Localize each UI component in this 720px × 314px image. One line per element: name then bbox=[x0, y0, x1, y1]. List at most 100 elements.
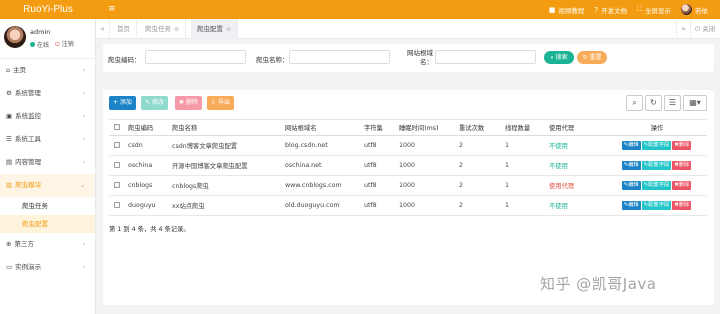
crawler-code-label: 爬虫编码： bbox=[108, 56, 141, 64]
sidebar: admin 在线 ⏻ 注销 ⌂ 主页 ‹ ⚙ 系统管理 ‹ ▣ 系统监控 ‹ ☰ … bbox=[0, 19, 96, 314]
column-header: 操作 bbox=[604, 119, 707, 136]
delete-button-label: 删除 bbox=[185, 99, 198, 106]
columns-dropdown-icon[interactable]: ▦▾ bbox=[683, 95, 707, 111]
chevron-left-icon: ‹ bbox=[82, 159, 85, 166]
row-config-fields-button[interactable]: ✎配置字段 bbox=[641, 181, 672, 190]
chevron-left-icon: ‹ bbox=[82, 113, 85, 120]
row-config-fields-button[interactable]: ✎配置字段 bbox=[641, 201, 672, 210]
edit-button-label: 修改 bbox=[151, 99, 164, 106]
cell-sleep: 1000 bbox=[396, 135, 456, 156]
crawler-name-input[interactable] bbox=[289, 50, 390, 64]
user-name: admin bbox=[30, 28, 51, 36]
row-delete-button[interactable]: ✖删除 bbox=[672, 141, 692, 150]
row-edit-button[interactable]: ✎编辑 bbox=[621, 141, 641, 150]
row-config-fields-button[interactable]: ✎配置字段 bbox=[641, 161, 672, 170]
cell-proxy: 不使用 bbox=[546, 195, 604, 216]
add-button[interactable]: + 添加 bbox=[109, 96, 136, 110]
table-header-row: 爬虫编码 爬虫名称 网站根域名 字符集 睡眠时间(ms) 重试次数 线程数量 使… bbox=[109, 119, 707, 136]
row-checkbox[interactable] bbox=[114, 182, 120, 188]
tab-crawler-config[interactable]: 爬虫配置 ⊗ bbox=[191, 19, 239, 39]
row-checkbox[interactable] bbox=[114, 162, 120, 168]
monitor-icon: ▣ bbox=[6, 112, 13, 120]
pagination-summary: 第 1 到 4 条，共 4 条记录。 bbox=[109, 226, 190, 233]
toggle-view-icon[interactable]: ☰ bbox=[664, 95, 681, 111]
menu-toggle-icon[interactable]: ≡ bbox=[108, 4, 116, 14]
delete-button[interactable]: ✖ 删除 bbox=[175, 96, 202, 110]
user-menu[interactable]: 若依 bbox=[681, 4, 708, 15]
row-edit-button[interactable]: ✎编辑 bbox=[621, 181, 641, 190]
tab-home[interactable]: 首页 bbox=[111, 19, 137, 39]
column-header[interactable]: 睡眠时间(ms) bbox=[396, 119, 456, 136]
reset-button[interactable]: ↻ 重置 bbox=[577, 51, 607, 64]
select-all-checkbox[interactable] bbox=[114, 124, 120, 130]
row-delete-button[interactable]: ✖删除 bbox=[672, 181, 692, 190]
dev-doc-icon: ? bbox=[594, 5, 599, 14]
sidebar-item-third-party[interactable]: ⊕ 第三方 ‹ bbox=[0, 233, 95, 256]
logout-link[interactable]: ⏻ 注销 bbox=[55, 39, 74, 49]
user-status: 在线 ⏻ 注销 bbox=[30, 39, 74, 49]
sidebar-item-label: 系统工具 bbox=[14, 135, 41, 143]
table-row[interactable]: oschina 开源中国博客文章爬虫配置 oschina.net utf8 10… bbox=[109, 155, 707, 176]
column-header[interactable]: 网站根域名 bbox=[282, 119, 361, 136]
search-button[interactable]: ⌕ 搜索 bbox=[544, 51, 574, 64]
row-checkbox[interactable] bbox=[114, 202, 120, 208]
cell-domain: oschina.net bbox=[282, 155, 361, 176]
cell-sleep: 1000 bbox=[396, 195, 456, 216]
close-tabs-label: 关闭 bbox=[702, 25, 716, 33]
tab-label: 爬虫配置 bbox=[197, 25, 223, 33]
tabs-scroll-right-icon[interactable]: » bbox=[676, 19, 690, 39]
row-config-fields-button[interactable]: ✎配置字段 bbox=[641, 141, 672, 150]
fullscreen-link[interactable]: ⛶ 全屏显示 bbox=[637, 5, 671, 15]
column-header[interactable]: 线程数量 bbox=[502, 119, 546, 136]
chevron-left-icon: ‹ bbox=[82, 241, 85, 248]
cell-charset: utf8 bbox=[361, 135, 396, 156]
export-button[interactable]: ⇩ 导出 bbox=[207, 96, 234, 110]
home-icon: ⌂ bbox=[6, 66, 11, 74]
sidebar-item-demo[interactable]: ▭ 实例演示 ‹ bbox=[0, 256, 95, 279]
dev-docs-link[interactable]: ? 开发文档 bbox=[594, 5, 627, 15]
search-toggle-icon[interactable]: ⌕ bbox=[626, 95, 643, 111]
row-delete-button[interactable]: ✖删除 bbox=[672, 201, 692, 210]
column-header[interactable]: 爬虫编码 bbox=[125, 119, 169, 136]
row-edit-button[interactable]: ✎编辑 bbox=[621, 201, 641, 210]
table-row[interactable]: cnblogs cnblogs爬虫 www.cnblogs.com utf8 1… bbox=[109, 175, 707, 196]
sidebar-item-content-management[interactable]: ▤ 内容管理 ‹ bbox=[0, 151, 95, 174]
table-row[interactable]: csdn csdn博客文章爬虫配置 blog.csdn.net utf8 100… bbox=[109, 135, 707, 156]
tab-close-icon[interactable]: ⊗ bbox=[174, 26, 179, 33]
root-domain-input[interactable] bbox=[435, 50, 536, 64]
table-row[interactable]: duoguyu xx站点爬虫 old.duoguyu.com utf8 1000… bbox=[109, 195, 707, 216]
close-tabs-button[interactable]: ⏻ 关闭 bbox=[690, 19, 720, 39]
column-header[interactable]: 使用代理 bbox=[546, 119, 604, 136]
video-tutorial-link[interactable]: ■ 视频教程 bbox=[549, 5, 585, 15]
tab-close-icon[interactable]: ⊗ bbox=[226, 26, 231, 33]
chevron-left-icon: ‹ bbox=[82, 136, 85, 143]
tabs-scroll-left-icon[interactable]: « bbox=[96, 19, 110, 39]
sidebar-subitem-crawler-config[interactable]: 爬虫配置 bbox=[0, 215, 95, 233]
sidebar-item-system-monitor[interactable]: ▣ 系统监控 ‹ bbox=[0, 105, 95, 128]
fullscreen-icon: ⛶ bbox=[637, 5, 642, 13]
refresh-icon[interactable]: ↻ bbox=[645, 95, 662, 111]
tab-crawler-task[interactable]: 爬虫任务 ⊗ bbox=[139, 19, 187, 39]
cell-proxy: 不使用 bbox=[546, 155, 604, 176]
sidebar-item-system-management[interactable]: ⚙ 系统管理 ‹ bbox=[0, 82, 95, 105]
row-edit-label: 编辑 bbox=[628, 182, 639, 188]
row-checkbox[interactable] bbox=[114, 142, 120, 148]
globe-icon: ⊕ bbox=[6, 240, 12, 248]
online-dot-icon bbox=[30, 41, 35, 47]
row-checkbox-cell bbox=[109, 195, 125, 216]
crawler-code-input[interactable] bbox=[145, 50, 246, 64]
video-tutorial-label: 视频教程 bbox=[558, 6, 585, 15]
column-header[interactable]: 爬虫名称 bbox=[169, 119, 282, 136]
sidebar-item-home[interactable]: ⌂ 主页 ‹ bbox=[0, 59, 95, 82]
user-menu-label: 若依 bbox=[695, 6, 708, 15]
edit-button[interactable]: ✎ 修改 bbox=[141, 96, 168, 110]
column-header[interactable]: 字符集 bbox=[361, 119, 396, 136]
avatar[interactable] bbox=[4, 26, 26, 48]
sidebar-item-system-tools[interactable]: ☰ 系统工具 ‹ bbox=[0, 128, 95, 151]
sidebar-item-crawler-module[interactable]: ▥ 爬虫模块 ⌄ bbox=[0, 174, 95, 197]
row-edit-button[interactable]: ✎编辑 bbox=[621, 161, 641, 170]
row-edit-label: 编辑 bbox=[628, 162, 639, 168]
sidebar-subitem-crawler-task[interactable]: 爬虫任务 bbox=[0, 197, 95, 215]
row-delete-button[interactable]: ✖删除 bbox=[672, 161, 692, 170]
column-header[interactable]: 重试次数 bbox=[456, 119, 502, 136]
